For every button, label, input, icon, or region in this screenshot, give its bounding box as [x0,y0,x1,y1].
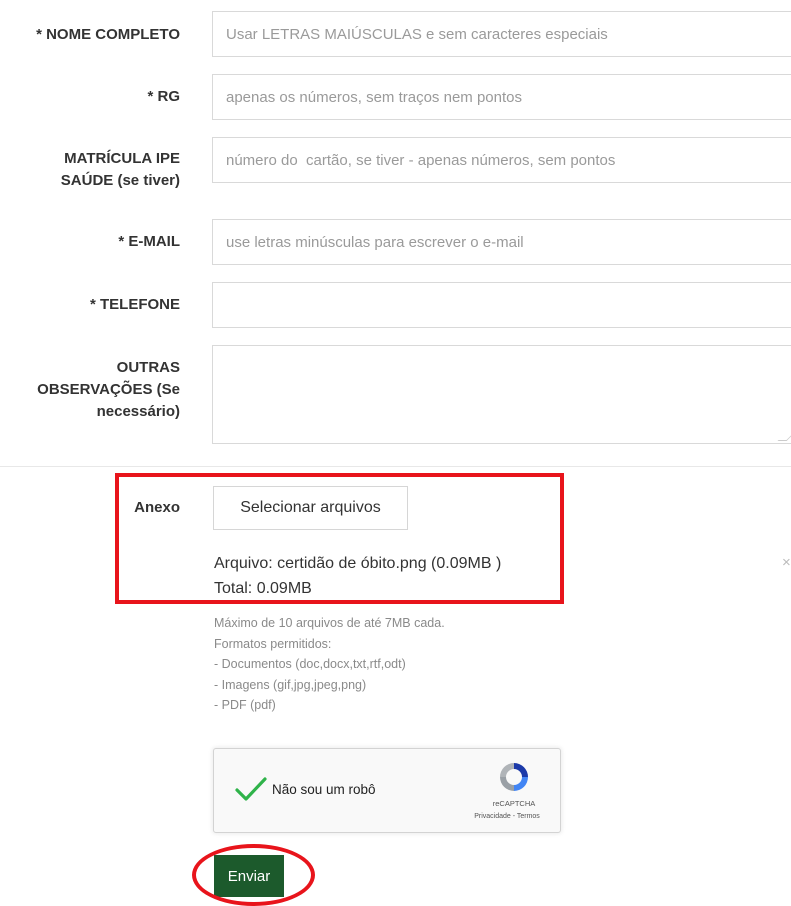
recaptcha-checkbox-label: Não sou um robô [272,782,376,797]
section-divider [0,466,791,467]
attached-file-info: Arquivo: certidão de óbito.png (0.09MB ) [214,553,501,575]
label-matricula-ipe: MATRÍCULA IPE SAÚDE (se tiver) [61,148,180,192]
checkmark-icon[interactable] [234,775,268,803]
help-line: - Documentos (doc,docx,txt,rtf,odt) [214,654,574,675]
recaptcha-links[interactable]: Privacidade - Termos [454,813,560,820]
matricula-ipe-input[interactable] [212,137,791,183]
submit-button[interactable]: Enviar [214,855,284,897]
help-line: Máximo de 10 arquivos de até 7MB cada. [214,613,574,634]
label-rg: * RG [147,86,180,108]
label-outras-observacoes: OUTRAS OBSERVAÇÕES (Se necessário) [37,357,180,423]
label-outras-observacoes-line2: OBSERVAÇÕES (Se [37,379,180,401]
label-outras-observacoes-line3: necessário) [37,401,180,423]
help-line: - Imagens (gif,jpg,jpeg,png) [214,675,574,696]
label-email: * E-MAIL [118,231,180,253]
rg-input[interactable] [212,74,791,120]
help-line: - PDF (pdf) [214,695,574,716]
label-matricula-ipe-line1: MATRÍCULA IPE [61,148,180,170]
nome-completo-input[interactable] [212,11,791,57]
label-matricula-ipe-line2: SAÚDE (se tiver) [61,170,180,192]
select-files-button[interactable]: Selecionar arquivos [213,486,408,530]
label-anexo: Anexo [134,497,180,519]
label-nome-completo: * NOME COMPLETO [36,24,180,46]
observacoes-textarea[interactable] [212,345,791,444]
close-icon[interactable]: × [782,554,791,571]
recaptcha-logo-icon [496,759,532,795]
help-line: Formatos permitidos: [214,634,574,655]
recaptcha-widget: Não sou um robô reCAPTCHA Privacidade - … [213,748,561,833]
label-telefone: * TELEFONE [90,294,180,316]
attachment-help: Máximo de 10 arquivos de até 7MB cada. F… [214,613,574,716]
email-input[interactable] [212,219,791,265]
label-outras-observacoes-line1: OUTRAS [37,357,180,379]
attached-total: Total: 0.09MB [214,578,312,600]
telefone-input[interactable] [212,282,791,328]
recaptcha-brand: reCAPTCHA [468,799,560,808]
